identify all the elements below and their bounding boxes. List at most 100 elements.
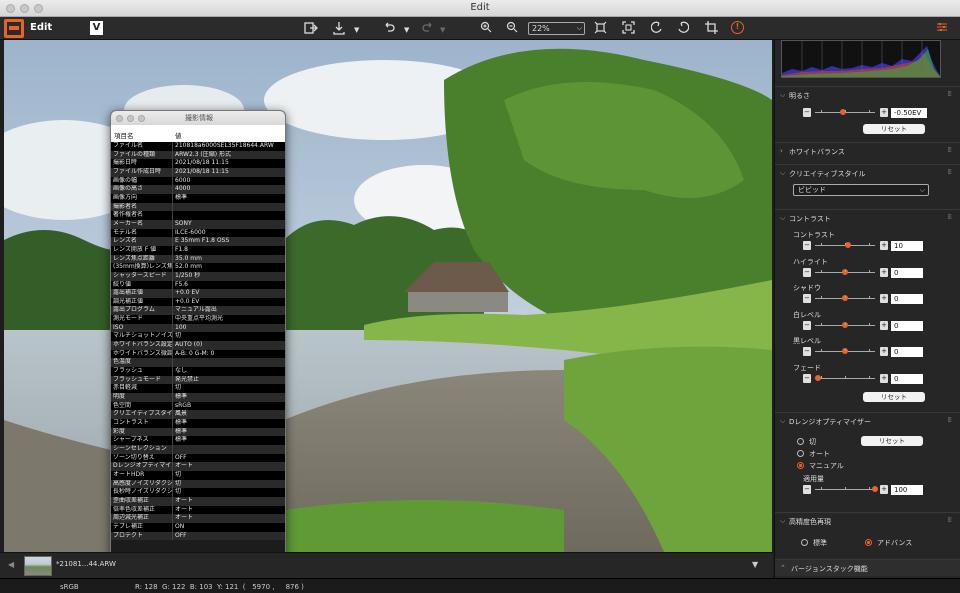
- section-creative-style[interactable]: ⌵ クリエイティブスタイル ⁞⁞⁞: [775, 164, 960, 181]
- slider-value-input[interactable]: 10: [891, 241, 923, 251]
- dro-amount-slider-knob[interactable]: [872, 486, 878, 492]
- dialog-zoom-button[interactable]: [138, 115, 145, 122]
- adjust-slider[interactable]: [815, 242, 875, 248]
- drag-grip-icon[interactable]: ⁞⁞⁞: [947, 516, 952, 524]
- column-divider: [172, 479, 173, 489]
- exif-row: ゾーン切り替え OFF: [111, 453, 285, 463]
- radio-button[interactable]: [865, 539, 872, 546]
- dialog-close-button[interactable]: [116, 115, 123, 122]
- exif-row-value: AUTO (0): [175, 341, 203, 349]
- radio-button[interactable]: [797, 450, 804, 457]
- window-title: Edit: [470, 2, 490, 13]
- column-divider: [172, 202, 173, 212]
- increase-button[interactable]: +: [880, 320, 888, 330]
- drag-grip-icon[interactable]: ⁞⁞⁞: [947, 168, 952, 176]
- export-icon[interactable]: [304, 21, 318, 39]
- increase-button[interactable]: +: [880, 347, 888, 356]
- contrast-slider-label: シャドウ: [793, 284, 821, 292]
- adjust-slider[interactable]: [815, 268, 875, 275]
- dro-reset-button[interactable]: リセット: [861, 436, 923, 446]
- column-divider: [172, 167, 173, 177]
- dro-option[interactable]: オート: [797, 449, 830, 459]
- radio-button[interactable]: [797, 438, 804, 445]
- dro-option-label: 切: [809, 438, 816, 446]
- filmstrip-next-icon[interactable]: ▼: [752, 560, 758, 569]
- section-white-balance[interactable]: › ホワイトバランス ⁞⁞⁞: [775, 142, 960, 159]
- brightness-reset-button[interactable]: リセット: [863, 124, 925, 134]
- exif-row: コントラスト 標準: [111, 419, 285, 428]
- hi-precision-option[interactable]: 標準: [801, 538, 827, 548]
- redo-icon[interactable]: [422, 21, 434, 37]
- increase-button[interactable]: +: [880, 241, 888, 250]
- contrast-slider-label: 黒レベル: [793, 337, 821, 345]
- panel-settings-icon[interactable]: [937, 22, 947, 35]
- crop-icon[interactable]: [705, 21, 718, 38]
- undo-dropdown-chevron-icon[interactable]: ▼: [404, 23, 409, 37]
- hi-precision-option[interactable]: アドバンス: [865, 538, 912, 548]
- increase-button[interactable]: +: [880, 267, 888, 277]
- filmstrip: ◀ *21081...44.ARW ▼: [0, 552, 773, 578]
- decrease-button[interactable]: −: [803, 294, 811, 303]
- increase-button[interactable]: +: [880, 373, 888, 383]
- redo-dropdown-chevron-icon[interactable]: ▼: [440, 23, 445, 37]
- section-dro[interactable]: ⌵ Dレンジオプティマイザー ⁞⁞⁞: [775, 412, 960, 429]
- filmstrip-prev-icon[interactable]: ◀: [8, 560, 14, 569]
- decrease-button[interactable]: −: [803, 241, 811, 250]
- adjust-slider[interactable]: [815, 348, 875, 354]
- exif-row-name: レンズ焦点距離: [113, 254, 155, 262]
- decrease-button[interactable]: −: [803, 267, 811, 277]
- decrease-button[interactable]: −: [803, 373, 811, 383]
- radio-button[interactable]: [797, 462, 804, 469]
- dro-amount-increase-button[interactable]: +: [880, 485, 888, 494]
- adjust-slider[interactable]: [815, 295, 875, 301]
- slider-value-input[interactable]: 0: [891, 347, 923, 357]
- zoom-out-icon[interactable]: [506, 21, 518, 37]
- exif-row: ファイルの種類 ARW2.3 (圧縮) 形式: [111, 150, 285, 160]
- brightness-slider[interactable]: [815, 109, 875, 115]
- undo-icon[interactable]: [383, 21, 395, 37]
- rotate-right-icon[interactable]: [677, 21, 690, 38]
- contrast-reset-button[interactable]: リセット: [863, 392, 925, 402]
- zoom-in-icon[interactable]: [480, 21, 492, 37]
- creative-style-select[interactable]: ビビッド ⌵: [793, 184, 929, 196]
- dialog-minimize-button[interactable]: [127, 115, 134, 122]
- dro-amount-value-input[interactable]: 100: [891, 485, 923, 495]
- rotate-left-icon[interactable]: [650, 21, 663, 38]
- dro-option[interactable]: マニュアル: [797, 461, 844, 471]
- histogram: [781, 40, 941, 78]
- save-download-icon[interactable]: [332, 21, 346, 39]
- section-contrast[interactable]: ⌵ コントラスト ⁞⁞⁞: [775, 209, 960, 226]
- dro-amount-decrease-button[interactable]: −: [803, 485, 811, 494]
- radio-button[interactable]: [801, 539, 808, 546]
- dro-amount-slider[interactable]: [815, 486, 878, 492]
- slider-value-input[interactable]: 0: [891, 320, 923, 331]
- drag-grip-icon[interactable]: ⁞⁞⁞: [947, 90, 952, 98]
- drag-grip-icon[interactable]: ⁞⁞⁞: [947, 146, 952, 154]
- slider-value-input[interactable]: 0: [891, 373, 923, 384]
- info-icon[interactable]: !: [731, 21, 744, 34]
- column-divider: [172, 444, 173, 454]
- adjust-slider[interactable]: [815, 374, 875, 381]
- full-screen-icon[interactable]: [622, 21, 635, 38]
- decrease-button[interactable]: −: [803, 347, 811, 356]
- fit-to-screen-icon[interactable]: [594, 21, 607, 38]
- drag-grip-icon[interactable]: ⁞⁞⁞: [947, 213, 952, 221]
- section-hi-precision-color[interactable]: ⌵ 高精度色再現 ⁞⁞⁞: [775, 512, 960, 529]
- save-dropdown-chevron-icon[interactable]: ▼: [354, 23, 359, 37]
- section-version-stack[interactable]: ⌃ バージョンスタック機能: [775, 559, 960, 576]
- section-brightness[interactable]: ⌵ 明るさ ⁞⁞⁞: [775, 86, 960, 103]
- exif-row: プロテクト OFF: [111, 531, 285, 541]
- increase-button[interactable]: +: [880, 294, 888, 303]
- adjust-slider[interactable]: [815, 321, 875, 328]
- decrease-button[interactable]: −: [803, 320, 811, 330]
- thumbnail[interactable]: [24, 556, 52, 576]
- slider-value-input[interactable]: 0: [891, 294, 923, 304]
- slider-value-input[interactable]: 0: [891, 267, 923, 278]
- brightness-decrease-button[interactable]: −: [803, 108, 811, 117]
- drag-grip-icon[interactable]: ⁞⁞⁞: [947, 416, 952, 424]
- brightness-increase-button[interactable]: +: [880, 108, 888, 117]
- contrast-slider-row: − +0: [801, 320, 951, 331]
- zoom-level-select[interactable]: 22% ⌵: [528, 22, 585, 35]
- dro-option[interactable]: 切: [797, 437, 816, 447]
- brightness-value-input[interactable]: -0.50EV: [891, 108, 927, 118]
